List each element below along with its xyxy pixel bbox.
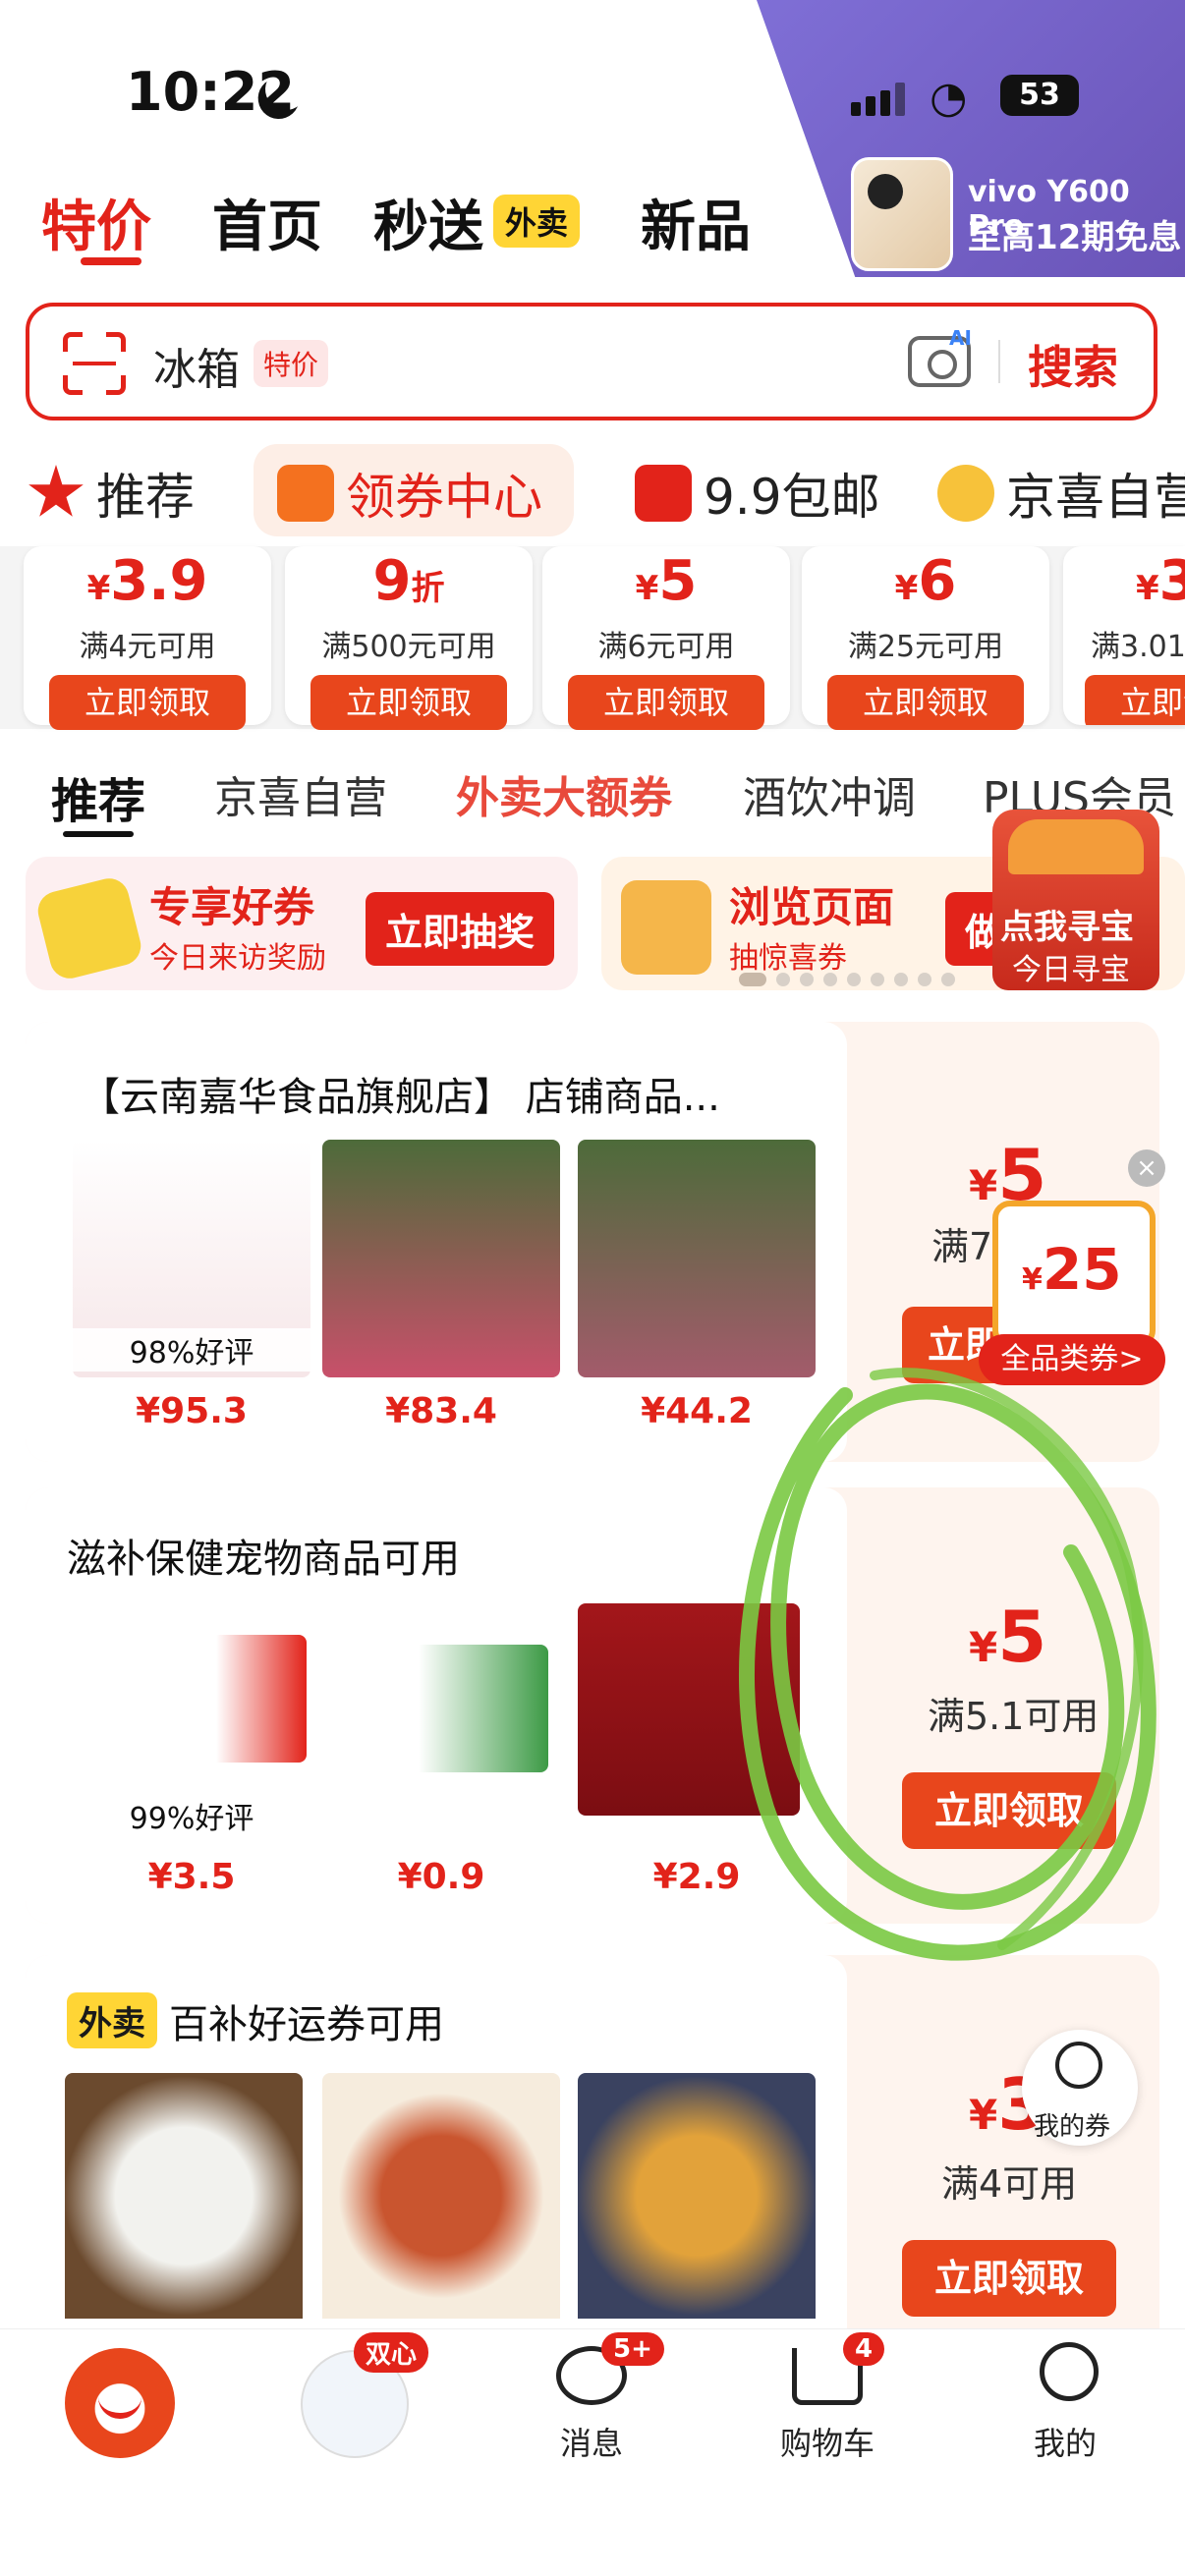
store-coupon-card[interactable]: 【云南嘉华食品旗舰店】 店铺商品... 98%好评 ¥95.3 ¥83.4 ¥4…	[26, 1022, 1159, 1462]
claim-button[interactable]: 立即领取	[902, 2240, 1116, 2317]
coupon-icon	[621, 880, 711, 975]
nav-label-cart[interactable]: 购物车	[749, 2419, 906, 2464]
star-check-icon	[28, 465, 84, 517]
subtab-recommend[interactable]: 推荐	[51, 762, 145, 831]
user-icon	[1055, 2042, 1102, 2089]
category-label: 9.9包邮	[704, 469, 880, 526]
product-price: ¥2.9	[652, 1857, 741, 1897]
subtab-jingxi[interactable]: 京喜自营	[214, 762, 387, 825]
active-tab-indicator	[81, 257, 141, 265]
product-price: ¥83.4	[385, 1391, 497, 1431]
card-title: 百补好运券可用	[169, 2002, 444, 2047]
rating: 99%好评	[73, 1794, 310, 1837]
coupon-card[interactable]: ¥6 满25元可用 立即领取	[802, 546, 1049, 730]
waimai-tag: 外卖	[493, 195, 581, 248]
nav-label-messages[interactable]: 消息	[513, 2419, 670, 2464]
category-coupon-center[interactable]: 领券中心	[277, 458, 542, 529]
nav-label-me[interactable]: 我的	[987, 2419, 1144, 2464]
search-input[interactable]: 冰箱	[153, 334, 240, 397]
phone-image	[851, 157, 953, 271]
product-price: ¥3.5	[147, 1857, 236, 1897]
nav-badge: 5+	[601, 2332, 664, 2366]
claim-button[interactable]: 立即领取	[902, 1772, 1116, 1849]
category-label: 京喜自营	[1006, 469, 1185, 526]
product-image[interactable]	[332, 1645, 548, 1772]
tab-miaosong[interactable]: 秒送	[373, 183, 483, 262]
profile-icon[interactable]	[1040, 2342, 1099, 2401]
product-image[interactable]	[578, 1140, 816, 1377]
product-image[interactable]	[322, 1140, 560, 1377]
product-image[interactable]	[81, 1635, 307, 1763]
floating-coupon-amount: ¥25	[1022, 1236, 1122, 1303]
claim-button[interactable]: 立即领取	[568, 675, 764, 730]
coupon-amount: ¥5	[969, 1596, 1047, 1678]
category-9-9[interactable]: 9.9包邮	[635, 458, 880, 529]
banner-subtitle: 抽惊喜券	[729, 941, 847, 976]
product-price: ¥95.3	[136, 1391, 248, 1431]
badge-icon	[937, 465, 994, 522]
coupon-condition: 满5.1可用	[928, 1695, 1100, 1738]
treasure-sublabel: 今日寻宝	[1012, 953, 1130, 987]
coupon-card[interactable]: ¥3 满3.01元 立即领取	[1063, 546, 1185, 725]
category-recommend[interactable]: 推荐	[28, 458, 195, 529]
coupon-card[interactable]: 9折 满500元可用 立即领取	[285, 546, 533, 730]
subtab-waimai[interactable]: 外卖大额券	[456, 762, 672, 825]
product-image[interactable]	[578, 1603, 800, 1816]
claim-button[interactable]: 立即领取	[49, 675, 246, 730]
category-label: 领券中心	[346, 469, 542, 526]
product-image[interactable]	[322, 2073, 560, 2319]
banner-title: 浏览页面	[729, 883, 895, 931]
nav-badge: 双心	[354, 2332, 429, 2373]
mascot-home-icon[interactable]	[65, 2348, 175, 2458]
card-title: 滋补保健宠物商品可用	[67, 1537, 460, 1582]
tab-home[interactable]: 首页	[212, 183, 322, 262]
product-image[interactable]	[65, 2073, 303, 2319]
banner-subtitle: 今日来访奖励	[149, 941, 326, 976]
ad-subtitle: 至高12期免息	[968, 218, 1182, 257]
rating: 98%好评	[73, 1328, 310, 1372]
signal-icon	[851, 83, 906, 116]
active-subtab-indicator	[63, 831, 134, 837]
store-coupon-card[interactable]: 滋补保健宠物商品可用 99%好评 ¥3.5 ¥0.9 ¥2.9 ¥5 满5.1可…	[26, 1487, 1159, 1924]
category-label: 推荐	[96, 469, 195, 526]
wifi-icon: ◔	[930, 73, 968, 123]
category-jingxi[interactable]: 京喜自营	[937, 458, 1185, 529]
product-price: ¥44.2	[641, 1391, 753, 1431]
claim-button[interactable]: 立即领取	[827, 675, 1024, 730]
coupon-icon	[277, 465, 334, 522]
divider	[998, 340, 1000, 383]
my-coupons-label: 我的券	[1034, 2112, 1111, 2142]
tab-tejia[interactable]: 特价	[41, 183, 151, 262]
coupon-card[interactable]: ¥3.9 满4元可用 立即领取	[24, 546, 271, 730]
tab-new[interactable]: 新品	[641, 183, 751, 262]
waimai-tag: 外卖	[67, 1992, 157, 2048]
banner-title: 专享好券	[149, 883, 315, 931]
close-icon[interactable]: ×	[1128, 1149, 1165, 1187]
battery-icon: 53	[1000, 75, 1079, 116]
ai-label: AI	[949, 326, 972, 350]
product-image[interactable]	[578, 2073, 816, 2319]
scan-icon[interactable]	[63, 332, 126, 395]
search-button[interactable]: 搜索	[1028, 332, 1118, 397]
price-tag-icon	[635, 465, 692, 522]
carousel-dots	[739, 973, 955, 986]
claim-button[interactable]: 立即领取	[1085, 675, 1185, 725]
product-price: ¥0.9	[397, 1857, 485, 1897]
treasure-label: 点我寻宝	[1000, 908, 1134, 947]
coupon-condition: 满4可用	[941, 2162, 1078, 2206]
nav-badge: 4	[843, 2332, 885, 2366]
card-title: 【云南嘉华食品旗舰店】 店铺商品...	[81, 1075, 720, 1120]
claim-button[interactable]: 立即领取	[310, 675, 507, 730]
search-tag: 特价	[254, 340, 329, 387]
coupon-card[interactable]: ¥5 满6元可用 立即领取	[542, 546, 790, 730]
subtab-drinks[interactable]: 酒饮冲调	[743, 762, 916, 825]
store-coupon-card[interactable]: 外卖 百补好运券可用 ¥3 满4可用 立即领取	[26, 1955, 1159, 2328]
floating-coupon-label[interactable]: 全品类券>	[979, 1334, 1165, 1385]
lottery-button[interactable]: 立即抽奖	[366, 892, 555, 966]
